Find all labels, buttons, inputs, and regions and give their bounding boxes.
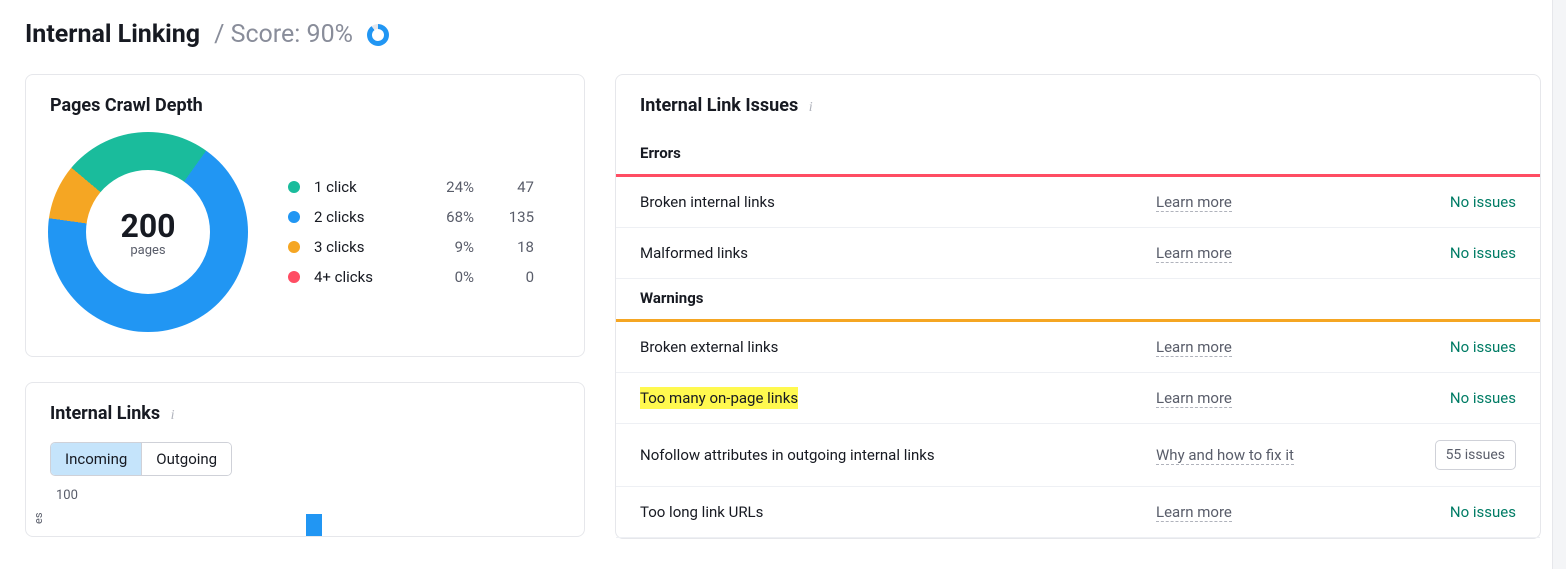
legend-label: 4+ clicks	[314, 268, 414, 286]
legend-dot-icon	[288, 241, 300, 253]
learn-more-link[interactable]: Learn more	[1156, 244, 1232, 263]
legend-dot-icon	[288, 271, 300, 283]
issue-status: No issues	[1356, 338, 1516, 356]
legend-pct: 0%	[414, 268, 474, 286]
issue-row: Too long link URLsLearn more No issues	[616, 487, 1540, 538]
issue-row: Nofollow attributes in outgoing internal…	[616, 424, 1540, 487]
info-icon[interactable]: i	[809, 100, 813, 116]
page-title: Internal Linking	[25, 20, 200, 49]
issue-row: Broken internal linksLearn more No issues	[616, 177, 1540, 228]
internal-links-chart: es 100	[26, 476, 584, 536]
issue-name: Malformed links	[640, 244, 1156, 262]
donut-total: 200	[120, 207, 175, 245]
legend-row[interactable]: 1 click24%47	[288, 172, 562, 202]
crawl-depth-donut[interactable]: 200 pages	[48, 132, 248, 332]
score-label: / Score: 90%	[214, 20, 353, 49]
tab-outgoing[interactable]: Outgoing	[142, 443, 231, 475]
internal-links-card: Internal Links i Incoming Outgoing es 10…	[25, 382, 585, 537]
issue-name: Too many on-page links	[640, 389, 1156, 407]
issue-row: Broken external linksLearn more No issues	[616, 322, 1540, 373]
legend-count: 47	[474, 178, 534, 196]
internal-links-title-text: Internal Links	[50, 403, 160, 424]
issue-status: No issues	[1356, 503, 1516, 521]
highlight: Too many on-page links	[640, 387, 798, 409]
scrollbar[interactable]	[1552, 0, 1566, 569]
issue-name: Too long link URLs	[640, 503, 1156, 521]
bar-sample	[306, 514, 322, 536]
issue-name: Broken internal links	[640, 193, 1156, 211]
score-donut-icon	[367, 24, 389, 46]
issue-name: Broken external links	[640, 338, 1156, 356]
crawl-depth-card: Pages Crawl Depth 200 pages 1 click24%47…	[25, 74, 585, 357]
why-fix-link[interactable]: Why and how to fix it	[1156, 446, 1294, 465]
issue-status: No issues	[1356, 244, 1516, 262]
legend-count: 18	[474, 238, 534, 256]
legend-pct: 68%	[414, 208, 474, 226]
info-icon[interactable]: i	[171, 408, 175, 424]
learn-more-link[interactable]: Learn more	[1156, 193, 1232, 212]
legend-row[interactable]: 4+ clicks0%0	[288, 262, 562, 292]
internal-links-title: Internal Links i	[26, 383, 584, 432]
legend-dot-icon	[288, 211, 300, 223]
issue-count-badge[interactable]: 55 issues	[1435, 440, 1516, 470]
issue-row: Too many on-page links Learn more No issue…	[616, 373, 1540, 424]
crawl-depth-title: Pages Crawl Depth	[26, 75, 584, 124]
page-header: Internal Linking / Score: 90%	[25, 20, 1541, 49]
y-tick-100: 100	[56, 488, 78, 503]
issue-status: No issues	[1356, 389, 1516, 407]
issues-title: Internal Link Issues i	[616, 75, 1540, 134]
issues-panel: Internal Link Issues i Errors Broken int…	[615, 74, 1541, 539]
legend-pct: 24%	[414, 178, 474, 196]
legend-dot-icon	[288, 181, 300, 193]
y-axis-label: es	[32, 512, 45, 524]
learn-more-link[interactable]: Learn more	[1156, 503, 1232, 522]
learn-more-link[interactable]: Learn more	[1156, 338, 1232, 357]
issue-status: No issues	[1356, 193, 1516, 211]
issue-status: 55 issues	[1356, 440, 1516, 470]
legend-label: 2 clicks	[314, 208, 414, 226]
legend-label: 1 click	[314, 178, 414, 196]
errors-header: Errors	[616, 134, 1540, 177]
warnings-header: Warnings	[616, 279, 1540, 322]
donut-unit: pages	[130, 243, 165, 258]
link-direction-tabs: Incoming Outgoing	[50, 442, 232, 476]
issue-name: Nofollow attributes in outgoing internal…	[640, 446, 1156, 464]
legend-label: 3 clicks	[314, 238, 414, 256]
crawl-depth-legend: 1 click24%472 clicks68%1353 clicks9%184+…	[288, 172, 562, 292]
learn-more-link[interactable]: Learn more	[1156, 389, 1232, 408]
legend-count: 0	[474, 268, 534, 286]
legend-row[interactable]: 2 clicks68%135	[288, 202, 562, 232]
issues-title-text: Internal Link Issues	[640, 95, 798, 116]
legend-pct: 9%	[414, 238, 474, 256]
issue-row: Malformed linksLearn more No issues	[616, 228, 1540, 279]
tab-incoming[interactable]: Incoming	[51, 443, 142, 475]
legend-count: 135	[474, 208, 534, 226]
legend-row[interactable]: 3 clicks9%18	[288, 232, 562, 262]
